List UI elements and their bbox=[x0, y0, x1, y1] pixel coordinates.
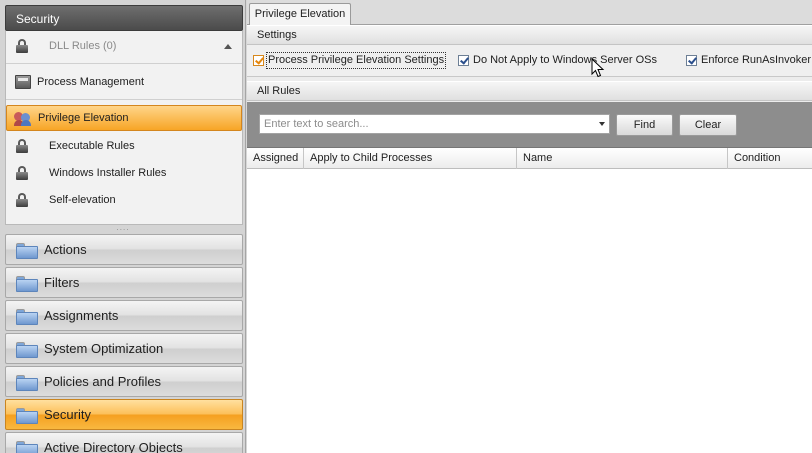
checkbox-checked-icon[interactable] bbox=[253, 55, 264, 66]
find-button[interactable]: Find bbox=[616, 114, 673, 136]
nav-button-assignments[interactable]: Assignments bbox=[5, 300, 243, 331]
users-icon bbox=[14, 111, 32, 126]
lock-icon bbox=[16, 139, 28, 153]
all-rules-section-header: All Rules bbox=[247, 81, 812, 101]
sidebar-header: Security bbox=[5, 5, 243, 31]
column-header-assigned[interactable]: Assigned bbox=[247, 148, 304, 169]
checkbox-label: Enforce RunAsInvoker bbox=[701, 54, 812, 66]
mouse-cursor-icon bbox=[591, 58, 605, 78]
nav-button-label: Active Directory Objects bbox=[44, 440, 183, 453]
checkbox-checked-icon[interactable] bbox=[458, 55, 469, 66]
nav-button-label: Policies and Profiles bbox=[44, 374, 162, 389]
security-tree: DLL Rules (0) Process Management Privile… bbox=[5, 31, 243, 225]
dropdown-arrow-icon[interactable] bbox=[599, 122, 605, 126]
clear-button[interactable]: Clear bbox=[679, 114, 737, 136]
tree-item-process-management[interactable]: Process Management bbox=[6, 69, 242, 95]
folder-icon bbox=[16, 243, 38, 259]
nav-button-label: Filters bbox=[44, 275, 80, 290]
tree-item-label: DLL Rules (0) bbox=[49, 40, 117, 52]
settings-section-header: Settings bbox=[247, 25, 812, 45]
nav-button-actions[interactable]: Actions bbox=[5, 234, 243, 265]
column-header-name[interactable]: Name bbox=[517, 148, 728, 169]
tab-privilege-elevation[interactable]: Privilege Elevation bbox=[249, 3, 351, 26]
process-management-icon bbox=[15, 75, 31, 89]
folder-icon bbox=[16, 276, 38, 292]
column-header-apply-to-child[interactable]: Apply to Child Processes bbox=[304, 148, 517, 169]
tree-item-executable-rules[interactable]: Executable Rules bbox=[6, 133, 242, 159]
rules-grid-body[interactable] bbox=[247, 169, 812, 453]
lock-icon bbox=[16, 193, 28, 207]
tree-item-dll-rules[interactable]: DLL Rules (0) bbox=[6, 33, 242, 59]
tree-item-label: Self-elevation bbox=[49, 194, 116, 206]
nav-button-policies-and-profiles[interactable]: Policies and Profiles bbox=[5, 366, 243, 397]
checkbox-label: Do Not Apply to Windows Server OSs bbox=[473, 54, 658, 66]
nav-button-label: Actions bbox=[44, 242, 87, 257]
search-input[interactable]: Enter text to search... bbox=[259, 114, 610, 134]
tree-item-windows-installer-rules[interactable]: Windows Installer Rules bbox=[6, 160, 242, 186]
column-header-condition[interactable]: Condition bbox=[728, 148, 812, 169]
folder-icon bbox=[16, 375, 38, 391]
folder-icon bbox=[16, 408, 38, 424]
folder-icon bbox=[16, 441, 38, 453]
search-placeholder: Enter text to search... bbox=[264, 118, 369, 130]
nav-button-security[interactable]: Security bbox=[5, 399, 243, 430]
checkbox-checked-icon[interactable] bbox=[686, 55, 697, 66]
search-bar: Enter text to search... Find Clear bbox=[247, 102, 812, 148]
navigation-sidebar: Security DLL Rules (0) Process Managemen… bbox=[0, 0, 246, 453]
nav-button-label: Assignments bbox=[44, 308, 119, 323]
checkbox-label: Process Privilege Elevation Settings bbox=[265, 52, 447, 69]
tree-item-self-elevation[interactable]: Self-elevation bbox=[6, 187, 242, 213]
nav-button-label: Security bbox=[44, 407, 91, 422]
rules-grid-header: Assigned Apply to Child Processes Name C… bbox=[247, 148, 812, 169]
tree-item-label: Process Management bbox=[37, 76, 144, 88]
splitter-grip[interactable]: .... bbox=[0, 224, 246, 232]
main-panel: Privilege Elevation Settings Process Pri… bbox=[247, 0, 812, 453]
folder-icon bbox=[16, 342, 38, 358]
divider bbox=[6, 99, 242, 100]
nav-button-system-optimization[interactable]: System Optimization bbox=[5, 333, 243, 364]
nav-button-active-directory-objects[interactable]: Active Directory Objects bbox=[5, 432, 243, 453]
nav-button-label: System Optimization bbox=[44, 341, 164, 356]
tab-strip: Privilege Elevation bbox=[247, 0, 812, 26]
folder-icon bbox=[16, 309, 38, 325]
collapse-arrow-icon[interactable] bbox=[224, 44, 232, 49]
lock-icon bbox=[16, 39, 28, 53]
tree-item-privilege-elevation[interactable]: Privilege Elevation bbox=[6, 105, 242, 131]
divider bbox=[6, 63, 242, 64]
tree-item-label: Privilege Elevation bbox=[38, 112, 129, 124]
lock-icon bbox=[16, 166, 28, 180]
tree-item-label: Windows Installer Rules bbox=[49, 167, 167, 179]
nav-button-filters[interactable]: Filters bbox=[5, 267, 243, 298]
tree-item-label: Executable Rules bbox=[49, 140, 135, 152]
settings-row: Process Privilege Elevation Settings Do … bbox=[247, 45, 812, 77]
